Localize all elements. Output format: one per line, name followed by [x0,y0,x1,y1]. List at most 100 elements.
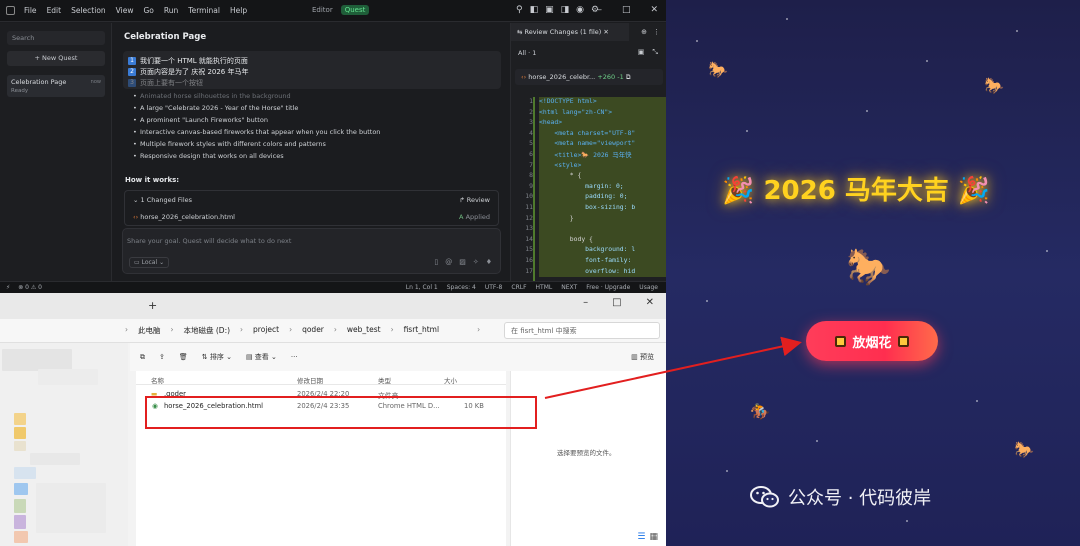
tiles-view-icon[interactable]: ▦ [649,532,658,542]
image-icon[interactable]: ▨ [459,258,466,266]
close-icon[interactable]: ✕ [650,5,658,15]
code-text: background: l [539,245,636,254]
wechat-icon [750,486,779,508]
menu-terminal[interactable]: Terminal [188,6,220,15]
language-mode[interactable]: HTML [536,284,553,291]
layout-center-icon[interactable]: ▣ [545,5,554,15]
changed-files-header[interactable]: ⌄ 1 Changed Files [133,196,192,204]
chevron-right-icon[interactable]: › [477,325,480,336]
line-number: 17 [525,266,533,275]
next-status[interactable]: NEXT [561,284,577,291]
sort-button[interactable]: ⇅ 排序 ⌄ [202,352,232,362]
line-number: 8 [529,171,533,180]
list-item: A prominent "Launch Fireworks" button [133,116,380,128]
line-number: 7 [529,160,533,169]
folder-search-input[interactable]: 在 fisrt_html 中搜索 [504,322,660,339]
more-icon[interactable]: ⋮ [653,28,660,36]
copy-icon[interactable]: ⧉ [626,73,631,81]
review-changes-tab[interactable]: ⇆ Review Changes (1 file) ✕ [511,23,629,41]
chevron-down-icon: ⌄ [159,259,165,266]
blurred-region [2,349,72,371]
close-icon[interactable]: ✕ [603,28,608,36]
account-icon[interactable]: ◉ [576,5,584,15]
menu-view[interactable]: View [116,6,134,15]
line-number: 2 [529,107,533,116]
search-icon[interactable]: ⚲ [516,5,523,15]
preview-toggle[interactable]: ▥ 预览 [631,352,654,362]
launch-fireworks-button[interactable]: 放烟花 [806,321,938,361]
mic-icon[interactable]: ♦ [486,258,492,266]
quest-item-time: now [90,79,101,85]
plan-status[interactable]: Free · Upgrade [586,284,630,291]
review-button[interactable]: ↱ Review [459,196,490,204]
layout-right-icon[interactable]: ◨ [561,5,570,15]
mode-editor[interactable]: Editor [308,5,337,15]
close-icon[interactable]: ✕ [646,297,654,308]
blurred-region [14,483,28,495]
menu-edit[interactable]: Edit [47,6,62,15]
breadcrumb-item[interactable]: qoder [302,325,324,336]
indent-setting[interactable]: Spaces: 4 [447,284,476,291]
quest-search-input[interactable]: Search [7,31,105,45]
code-line: 14 body { [525,234,666,246]
details-view-icon[interactable]: ☰ [637,532,645,542]
layout-left-icon[interactable]: ◧ [530,5,539,15]
mode-quest[interactable]: Quest [340,5,370,15]
breadcrumb-item[interactable]: fisrt_html [404,325,440,336]
delete-icon[interactable]: 🗑 [179,353,188,361]
code-line: 8 * { [529,171,666,182]
maximize-icon[interactable]: □ [612,297,621,308]
cursor-position[interactable]: Ln 1, Col 1 [406,284,438,291]
view-button[interactable]: ▤ 查看 ⌄ [246,352,277,362]
new-quest-button[interactable]: + New Quest [7,51,105,66]
breadcrumb-item[interactable]: project [253,325,279,336]
goal-placeholder: Share your goal. Quest will decide what … [127,237,292,245]
code-text: margin: 0; [539,181,624,190]
maximize-icon[interactable]: □ [622,5,631,15]
diff-file-header[interactable]: ‹› horse_2026_celebr... +260 -1 ⧉ [515,69,663,85]
quest-item[interactable]: Celebration Page Ready now [7,75,105,97]
remote-icon[interactable]: ⚡ [6,284,10,291]
mention-icon[interactable]: @ [445,258,452,266]
breadcrumb-item[interactable]: 本地磁盘 (D:) [184,325,231,336]
menu-help[interactable]: Help [230,6,247,15]
problems-count[interactable]: ⊗ 0 ⚠ 0 [18,284,42,291]
line-number: 6 [529,149,533,158]
blurred-region [14,413,26,425]
new-tab-icon[interactable]: + [148,299,157,312]
globe-icon[interactable]: ⊕ [641,28,647,36]
code-text: <meta name="viewport" [539,139,636,148]
list-item: Animated horse silhouettes in the backgr… [133,92,380,104]
status-bar: ⚡ ⊗ 0 ⚠ 0 Ln 1, Col 1 Spaces: 4 UTF-8 CR… [0,281,666,293]
more-button[interactable]: ··· [291,353,298,361]
review-label: Review [466,196,490,204]
menu-file[interactable]: File [24,6,37,15]
line-number: 9 [529,181,533,190]
minimize-icon[interactable]: – [583,297,588,308]
monitor-icon: ▭ [134,259,142,266]
menu-selection[interactable]: Selection [71,6,106,15]
star [726,470,728,472]
chat-panel: Celebration Page 1 我们要一个 HTML 就能执行的页面 2 … [113,23,509,281]
app-logo-icon [6,6,15,15]
breadcrumb-item[interactable]: 此电脑 [138,325,161,336]
minimize-icon[interactable]: – [597,5,602,15]
sparkle-icon[interactable]: ✧ [473,258,479,266]
copy-icon[interactable]: ⧉ [140,353,145,362]
line-ending[interactable]: CRLF [511,284,526,291]
accept-icon[interactable]: ▣ [638,48,645,57]
usage-status[interactable]: Usage [639,284,658,291]
chat-title: Celebration Page [124,32,207,42]
collapse-icon[interactable]: ⤡ [652,48,658,57]
share-icon[interactable]: ⇪ [159,353,165,361]
goal-input[interactable]: Share your goal. Quest will decide what … [122,228,501,274]
local-select[interactable]: ▭ Local ⌄ [129,257,170,268]
firework-icon [835,335,847,347]
party-popper-icon: 🎉 [957,176,991,206]
encoding[interactable]: UTF-8 [485,284,503,291]
attach-icon[interactable]: ▯ [434,258,438,266]
menu-go[interactable]: Go [143,6,153,15]
changed-file-row[interactable]: ‹› horse_2026_celebration.html [133,213,235,221]
breadcrumb-item[interactable]: web_test [347,325,381,336]
menu-run[interactable]: Run [164,6,178,15]
